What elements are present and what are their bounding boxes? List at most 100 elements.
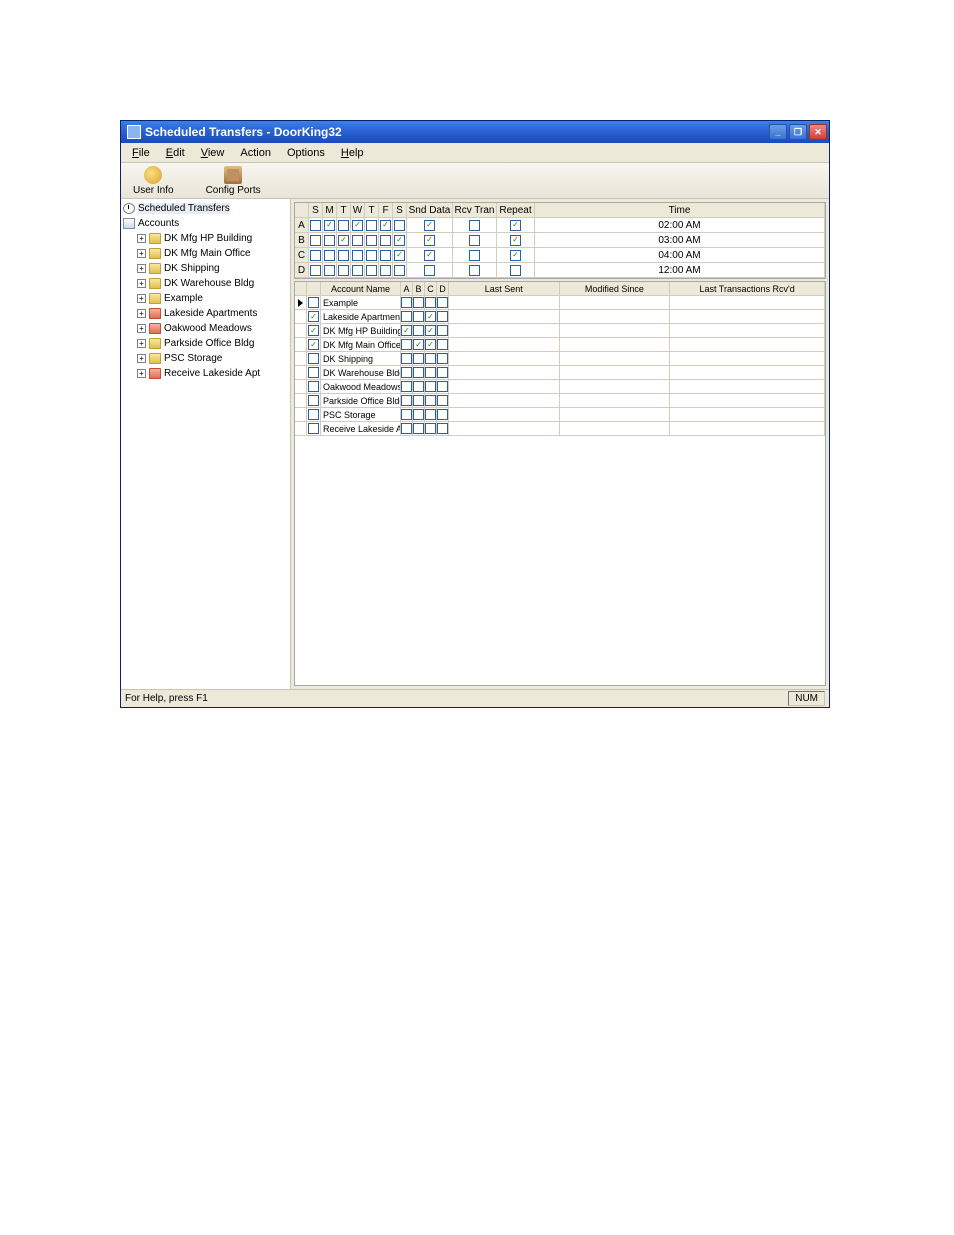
config-ports-button[interactable]: Config Ports <box>202 164 265 198</box>
account-checkbox[interactable] <box>308 339 319 350</box>
account-checkbox[interactable] <box>308 423 319 434</box>
menu-help[interactable]: Help <box>334 145 371 161</box>
account-row[interactable]: DK Mfg HP Building <box>295 324 825 338</box>
schedule-time[interactable]: 02:00 AM <box>535 218 825 233</box>
day-checkbox[interactable] <box>366 235 377 246</box>
day-checkbox[interactable] <box>380 265 391 276</box>
menu-edit[interactable]: Edit <box>159 145 192 161</box>
sched-d-checkbox[interactable] <box>437 409 448 420</box>
account-checkbox[interactable] <box>308 409 319 420</box>
sched-a-checkbox[interactable] <box>401 353 412 364</box>
sched-a-checkbox[interactable] <box>401 395 412 406</box>
expand-icon[interactable]: + <box>137 354 146 363</box>
titlebar[interactable]: Scheduled Transfers - DoorKing32 _ ❐ ✕ <box>121 121 829 143</box>
acct-header-cell[interactable]: C <box>425 282 437 296</box>
sched-b-checkbox[interactable] <box>413 311 424 322</box>
menu-options[interactable]: Options <box>280 145 332 161</box>
day-checkbox[interactable] <box>394 235 405 246</box>
tree-accounts[interactable]: Accounts <box>121 216 290 231</box>
account-checkbox[interactable] <box>308 325 319 336</box>
sched-b-checkbox[interactable] <box>413 339 424 350</box>
account-row[interactable]: DK Shipping <box>295 352 825 366</box>
day-checkbox[interactable] <box>380 235 391 246</box>
sched-b-checkbox[interactable] <box>413 381 424 392</box>
sched-a-checkbox[interactable] <box>401 297 412 308</box>
rep-checkbox[interactable] <box>510 265 521 276</box>
account-checkbox[interactable] <box>308 395 319 406</box>
menu-view[interactable]: View <box>194 145 232 161</box>
acct-header-cell[interactable] <box>295 282 307 296</box>
sched-a-checkbox[interactable] <box>401 339 412 350</box>
sched-a-checkbox[interactable] <box>401 325 412 336</box>
rcv-checkbox[interactable] <box>469 220 480 231</box>
account-checkbox[interactable] <box>308 297 319 308</box>
tree-scheduled-transfers[interactable]: Scheduled Transfers <box>121 201 290 216</box>
day-checkbox[interactable] <box>324 265 335 276</box>
expand-icon[interactable]: + <box>137 294 146 303</box>
sched-c-checkbox[interactable] <box>425 381 436 392</box>
sched-d-checkbox[interactable] <box>437 367 448 378</box>
snd-checkbox[interactable] <box>424 250 435 261</box>
day-checkbox[interactable] <box>380 220 391 231</box>
tree-item[interactable]: +Lakeside Apartments <box>121 306 290 321</box>
day-checkbox[interactable] <box>366 265 377 276</box>
expand-icon[interactable]: + <box>137 249 146 258</box>
sched-b-checkbox[interactable] <box>413 367 424 378</box>
tree-item[interactable]: +DK Mfg Main Office <box>121 246 290 261</box>
menu-action[interactable]: Action <box>233 145 278 161</box>
expand-icon[interactable]: + <box>137 339 146 348</box>
day-checkbox[interactable] <box>394 265 405 276</box>
tree-item[interactable]: +Oakwood Meadows <box>121 321 290 336</box>
tree-pane[interactable]: Scheduled Transfers Accounts +DK Mfg HP … <box>121 199 291 689</box>
snd-checkbox[interactable] <box>424 235 435 246</box>
sched-c-checkbox[interactable] <box>425 423 436 434</box>
sched-d-checkbox[interactable] <box>437 353 448 364</box>
sched-d-checkbox[interactable] <box>437 395 448 406</box>
acct-header-cell[interactable]: Account Name <box>321 282 401 296</box>
expand-icon[interactable]: + <box>137 309 146 318</box>
account-row[interactable]: Receive Lakeside Apt <box>295 422 825 436</box>
acct-header-cell[interactable]: Last Transactions Rcv'd <box>670 282 825 296</box>
account-row[interactable]: Lakeside Apartments <box>295 310 825 324</box>
sched-c-checkbox[interactable] <box>425 409 436 420</box>
sched-b-checkbox[interactable] <box>413 297 424 308</box>
day-checkbox[interactable] <box>310 250 321 261</box>
schedule-time[interactable]: 12:00 AM <box>535 263 825 278</box>
tree-item[interactable]: +Example <box>121 291 290 306</box>
acct-header-cell[interactable] <box>307 282 321 296</box>
acct-header-cell[interactable]: D <box>437 282 449 296</box>
day-checkbox[interactable] <box>394 220 405 231</box>
tree-item[interactable]: +DK Shipping <box>121 261 290 276</box>
acct-header-cell[interactable]: Last Sent <box>449 282 560 296</box>
account-checkbox[interactable] <box>308 367 319 378</box>
sched-d-checkbox[interactable] <box>437 381 448 392</box>
day-checkbox[interactable] <box>352 265 363 276</box>
sched-d-checkbox[interactable] <box>437 423 448 434</box>
sched-d-checkbox[interactable] <box>437 297 448 308</box>
expand-icon[interactable]: + <box>137 234 146 243</box>
userinfo-button[interactable]: User Info <box>129 164 178 198</box>
expand-icon[interactable]: + <box>137 264 146 273</box>
expand-icon[interactable]: + <box>137 279 146 288</box>
sched-b-checkbox[interactable] <box>413 353 424 364</box>
sched-a-checkbox[interactable] <box>401 423 412 434</box>
snd-checkbox[interactable] <box>424 265 435 276</box>
rcv-checkbox[interactable] <box>469 265 480 276</box>
account-row[interactable]: Oakwood Meadows <box>295 380 825 394</box>
sched-a-checkbox[interactable] <box>401 381 412 392</box>
day-checkbox[interactable] <box>352 220 363 231</box>
rep-checkbox[interactable] <box>510 235 521 246</box>
sched-c-checkbox[interactable] <box>425 339 436 350</box>
rcv-checkbox[interactable] <box>469 235 480 246</box>
tree-item[interactable]: +DK Mfg HP Building <box>121 231 290 246</box>
day-checkbox[interactable] <box>338 250 349 261</box>
expand-icon[interactable]: + <box>137 324 146 333</box>
account-row[interactable]: Parkside Office Bldg <box>295 394 825 408</box>
day-checkbox[interactable] <box>338 220 349 231</box>
account-checkbox[interactable] <box>308 311 319 322</box>
acct-header-cell[interactable]: B <box>413 282 425 296</box>
snd-checkbox[interactable] <box>424 220 435 231</box>
sched-b-checkbox[interactable] <box>413 325 424 336</box>
tree-item[interactable]: +Parkside Office Bldg <box>121 336 290 351</box>
expand-icon[interactable]: + <box>137 369 146 378</box>
